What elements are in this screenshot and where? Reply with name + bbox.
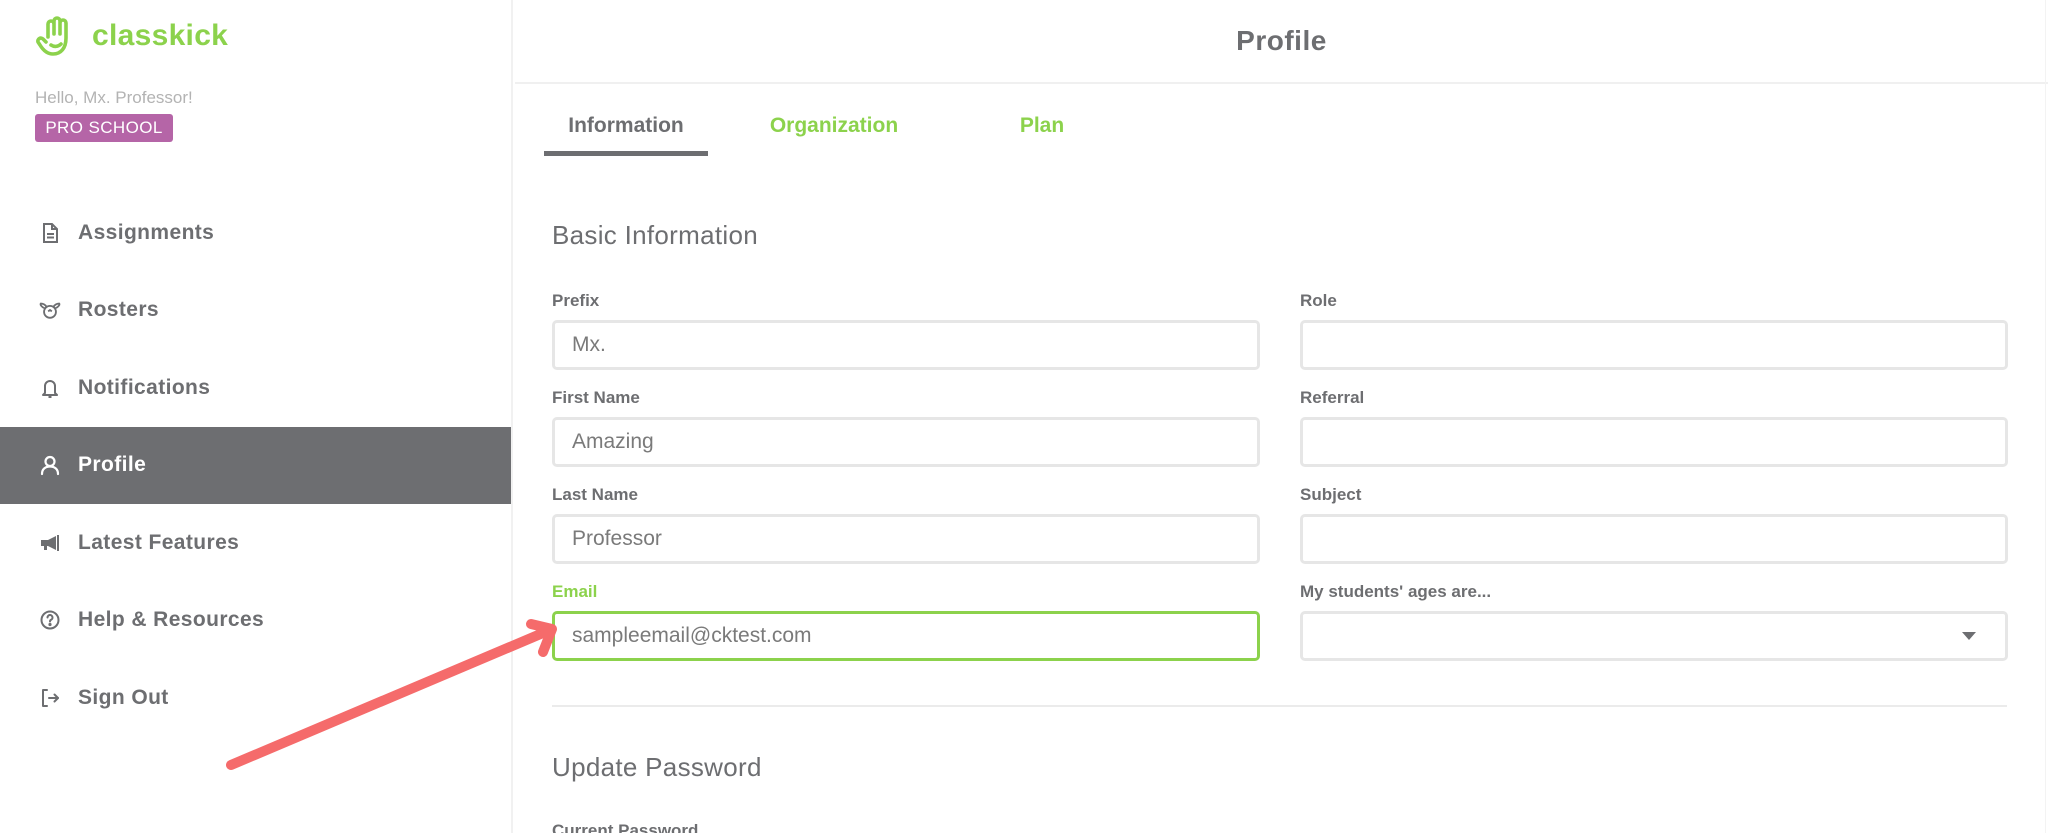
email-label: Email — [552, 583, 1260, 601]
sidebar-item-label: Latest Features — [78, 531, 239, 555]
page-title: Profile — [1236, 25, 1327, 57]
sidebar-item-assignments[interactable]: Assignments — [0, 194, 511, 272]
student-ages-select[interactable] — [1300, 611, 2008, 661]
scrollbar[interactable] — [2045, 0, 2046, 833]
role-label: Role — [1300, 292, 2008, 310]
sidebar-item-profile[interactable]: Profile — [0, 427, 511, 505]
sign-out-icon — [38, 686, 62, 710]
subject-label: Subject — [1300, 486, 2008, 504]
basic-information-heading: Basic Information — [552, 220, 758, 251]
last-name-label: Last Name — [552, 486, 1260, 504]
student-ages-label: My students' ages are... — [1300, 583, 2008, 601]
referral-input[interactable] — [1300, 417, 2008, 467]
bell-icon — [38, 376, 62, 400]
hand-logo-icon — [36, 15, 78, 57]
current-password-field: Current Password — [552, 822, 1260, 833]
tab-plan[interactable]: Plan — [960, 100, 1124, 152]
sidebar-item-label: Notifications — [78, 376, 210, 400]
sidebar-item-rosters[interactable]: Rosters — [0, 272, 511, 350]
tab-information[interactable]: Information — [544, 100, 708, 152]
help-circle-icon — [38, 608, 62, 632]
sidebar-item-sign-out[interactable]: Sign Out — [0, 659, 511, 737]
sidebar-nav: Assignments Rosters Notifications Profil… — [0, 194, 511, 737]
greeting: Hello, Mx. Professor! — [35, 88, 193, 108]
document-icon — [38, 221, 62, 245]
sidebar-item-notifications[interactable]: Notifications — [0, 349, 511, 427]
current-password-label: Current Password — [552, 822, 1260, 833]
plan-badge: PRO SCHOOL — [35, 114, 173, 142]
sidebar: classkick Hello, Mx. Professor! PRO SCHO… — [0, 0, 513, 833]
referral-label: Referral — [1300, 389, 2008, 407]
sidebar-item-label: Sign Out — [78, 686, 169, 710]
section-divider — [552, 705, 2007, 707]
email-input[interactable]: sampleemail@cktest.com — [552, 611, 1260, 661]
sidebar-item-label: Help & Resources — [78, 608, 264, 632]
prefix-input[interactable]: Mx. — [552, 320, 1260, 370]
logo-text: classkick — [92, 19, 228, 53]
role-input[interactable] — [1300, 320, 2008, 370]
email-value: sampleemail@cktest.com — [572, 624, 812, 648]
first-name-field: First Name Amazing — [552, 389, 1260, 467]
caret-down-icon — [1962, 632, 1976, 640]
prefix-value: Mx. — [572, 333, 606, 357]
subject-input[interactable] — [1300, 514, 2008, 564]
student-ages-field: My students' ages are... — [1300, 583, 2008, 661]
logo[interactable]: classkick — [36, 15, 228, 57]
email-field: Email sampleemail@cktest.com — [552, 583, 1260, 661]
prefix-field: Prefix Mx. — [552, 292, 1260, 370]
last-name-value: Professor — [572, 527, 662, 551]
referral-field: Referral — [1300, 389, 2008, 467]
sidebar-item-latest-features[interactable]: Latest Features — [0, 504, 511, 582]
first-name-input[interactable]: Amazing — [552, 417, 1260, 467]
last-name-input[interactable]: Professor — [552, 514, 1260, 564]
user-icon — [38, 453, 62, 477]
role-field: Role — [1300, 292, 2008, 370]
roster-critter-icon — [38, 298, 62, 322]
first-name-value: Amazing — [572, 430, 654, 454]
megaphone-icon — [38, 531, 62, 555]
update-password-heading: Update Password — [552, 752, 762, 783]
first-name-label: First Name — [552, 389, 1260, 407]
tab-organization[interactable]: Organization — [752, 100, 916, 152]
profile-tabs: Information Organization Plan — [544, 100, 1168, 152]
prefix-label: Prefix — [552, 292, 1260, 310]
last-name-field: Last Name Professor — [552, 486, 1260, 564]
sidebar-item-label: Assignments — [78, 221, 214, 245]
subject-field: Subject — [1300, 486, 2008, 564]
sidebar-item-help-resources[interactable]: Help & Resources — [0, 582, 511, 660]
page-header: Profile — [515, 0, 2048, 84]
main-content: Profile Information Organization Plan Ba… — [515, 0, 2048, 833]
sidebar-item-label: Rosters — [78, 298, 159, 322]
sidebar-item-label: Profile — [78, 453, 146, 477]
